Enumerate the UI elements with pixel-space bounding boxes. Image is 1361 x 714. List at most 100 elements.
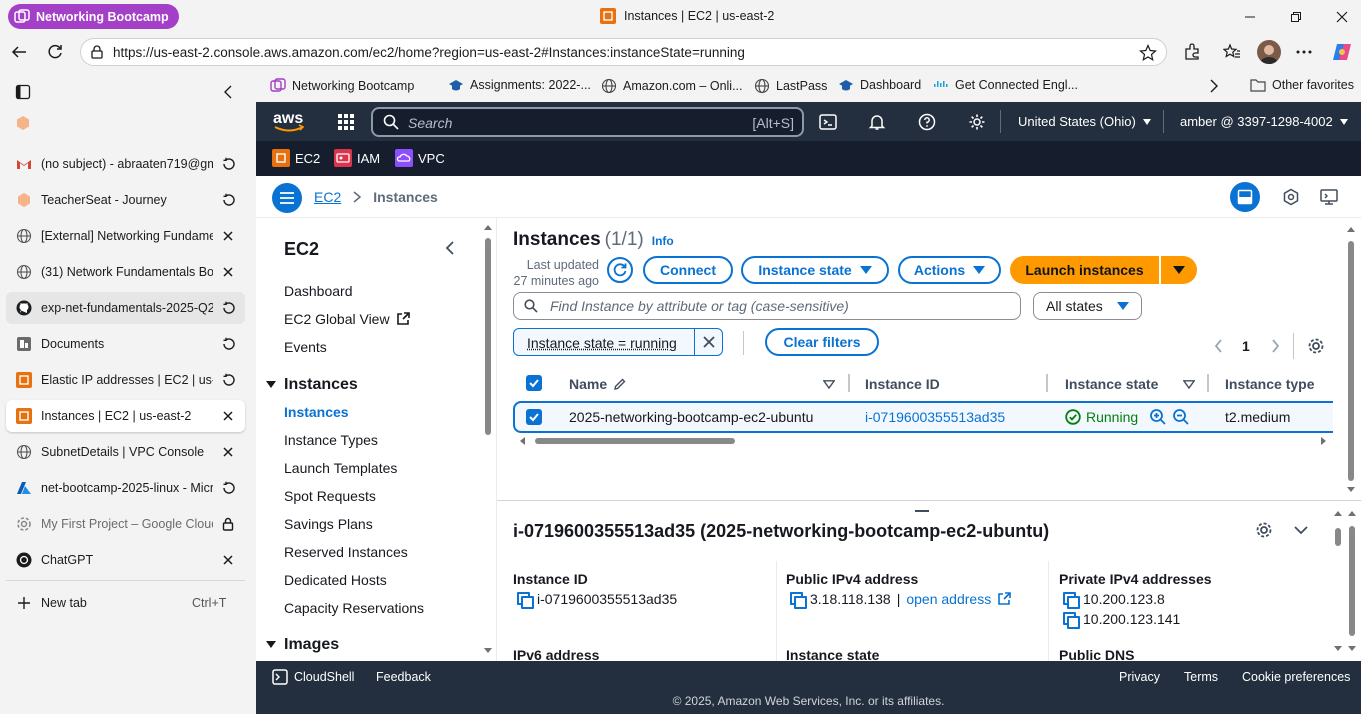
col-header-instance-state[interactable]: Instance state — [1065, 376, 1158, 392]
site-info-icon[interactable] — [90, 45, 104, 59]
restore-button[interactable] — [1284, 6, 1308, 28]
service-iam[interactable]: IAM — [334, 149, 380, 167]
col-header-instance-type[interactable]: Instance type — [1225, 376, 1314, 392]
bell-icon[interactable] — [867, 112, 887, 132]
launch-instances-button[interactable]: Launch instances — [1010, 256, 1159, 284]
copy-icon[interactable] — [790, 592, 807, 609]
tab-item[interactable]: Documents — [6, 328, 245, 360]
refresh-icon[interactable] — [44, 42, 66, 62]
resize-handle-icon[interactable] — [915, 510, 929, 512]
page-number[interactable]: 1 — [1242, 338, 1250, 354]
states-select[interactable]: All states — [1033, 292, 1142, 320]
nav-spot-requests[interactable]: Spot Requests — [284, 488, 376, 504]
tab-item[interactable]: exp-net-fundamentals-2025-Q2/ — [6, 292, 245, 324]
tab-item[interactable]: TeacherSeat - Journey — [6, 184, 245, 216]
instance-filter-input[interactable]: Find Instance by attribute or tag (case-… — [513, 292, 1021, 320]
aws-logo[interactable]: aws — [272, 108, 306, 134]
cookie-preferences-link[interactable]: Cookie preferences — [1242, 670, 1350, 684]
lock-icon[interactable] — [220, 516, 236, 532]
cloudshell-button[interactable]: CloudShell — [272, 669, 354, 685]
collapse-tabs-icon[interactable] — [218, 82, 238, 102]
close-tab-icon[interactable] — [220, 408, 236, 424]
gear-icon[interactable] — [967, 112, 987, 132]
service-vpc[interactable]: VPC — [395, 149, 445, 167]
select-all-checkbox[interactable] — [526, 375, 542, 391]
profile-button[interactable]: Networking Bootcamp — [8, 4, 179, 29]
restore-tab-icon[interactable] — [220, 300, 236, 316]
favorite-item[interactable]: LastPass — [754, 78, 827, 94]
account-menu[interactable]: amber @ 3397-1298-4002 — [1180, 114, 1349, 129]
region-selector[interactable]: United States (Ohio) — [1018, 114, 1152, 129]
nav-launch-templates[interactable]: Launch Templates — [284, 460, 397, 476]
terms-link[interactable]: Terms — [1184, 670, 1218, 684]
tab-item[interactable]: SubnetDetails | VPC Console — [6, 436, 245, 468]
main-scrollbar[interactable] — [1346, 224, 1356, 499]
tab-item[interactable]: (31) Network Fundamentals Boot — [6, 256, 245, 288]
external-link-icon[interactable] — [997, 592, 1012, 606]
copy-icon[interactable] — [517, 592, 534, 609]
col-header-instance-id[interactable]: Instance ID — [865, 376, 940, 392]
tab-item[interactable]: net-bootcamp-2025-linux - Micro — [6, 472, 245, 504]
nav-reserved-instances[interactable]: Reserved Instances — [284, 544, 408, 560]
zoom-in-icon[interactable] — [1149, 408, 1167, 426]
close-window-button[interactable] — [1330, 6, 1354, 28]
connect-button[interactable]: Connect — [643, 256, 733, 284]
details-scrollbar[interactable] — [1333, 508, 1343, 658]
collapse-nav-icon[interactable] — [442, 239, 458, 257]
tab-item[interactable]: Elastic IP addresses | EC2 | us-eas — [6, 364, 245, 396]
row-checkbox[interactable] — [526, 409, 542, 425]
restore-tab-icon[interactable] — [220, 156, 236, 172]
zoom-out-icon[interactable] — [1172, 408, 1190, 426]
nav-instance-types[interactable]: Instance Types — [284, 432, 378, 448]
col-header-name[interactable]: Name — [569, 376, 627, 392]
tab-item[interactable]: (no subject) - abraaten719@gma — [6, 148, 245, 180]
tab-panel-icon[interactable] — [13, 82, 33, 102]
actions-button[interactable]: Actions — [898, 256, 1001, 284]
next-page-icon[interactable] — [1268, 338, 1282, 354]
new-tab-button[interactable]: New tab Ctrl+T — [6, 587, 245, 619]
nav-events[interactable]: Events — [284, 339, 327, 355]
notifications-hexagon-icon[interactable] — [1281, 187, 1301, 207]
outer-scrollbar[interactable] — [1347, 508, 1357, 658]
chevron-down-icon[interactable] — [1291, 520, 1311, 540]
nav-dedicated-hosts[interactable]: Dedicated Hosts — [284, 572, 387, 588]
nav-scrollbar[interactable] — [483, 222, 493, 659]
feedback-link[interactable]: Feedback — [376, 670, 431, 684]
back-icon[interactable] — [8, 42, 30, 62]
table-horizontal-scrollbar[interactable] — [519, 436, 1327, 446]
restore-tab-icon[interactable] — [220, 336, 236, 352]
address-bar[interactable]: https://us-east-2.console.aws.amazon.com… — [80, 38, 1167, 66]
copilot-icon[interactable] — [1330, 40, 1354, 64]
cell-instance-id-link[interactable]: i-0719600355513ad35 — [865, 409, 1005, 425]
preferences-gear-icon[interactable] — [1307, 337, 1325, 355]
more-icon[interactable] — [1294, 42, 1314, 62]
console-help-icon[interactable] — [1319, 187, 1339, 207]
tab-item[interactable]: [External] Networking Fundamen — [6, 220, 245, 252]
menu-toggle-icon[interactable] — [272, 183, 302, 213]
nav-instances[interactable]: Instances — [284, 404, 349, 420]
nav-capacity-reservations[interactable]: Capacity Reservations — [284, 600, 424, 616]
nav-ec2-global-view[interactable]: EC2 Global View — [284, 311, 410, 327]
other-favorites[interactable]: Other favorites — [1250, 78, 1354, 92]
favorites-icon[interactable] — [1222, 42, 1242, 62]
prev-page-icon[interactable] — [1211, 338, 1225, 354]
remove-filter-icon[interactable] — [694, 329, 723, 355]
instance-state-button[interactable]: Instance state — [741, 256, 889, 284]
avatar[interactable] — [1257, 40, 1281, 64]
favorite-star-icon[interactable] — [1139, 44, 1157, 62]
favorite-item[interactable]: Assignments: 2022-... — [448, 78, 591, 92]
favorite-item[interactable]: Amazon.com – Onli... — [601, 78, 743, 94]
nav-section-instances[interactable]: Instances — [266, 376, 358, 394]
cloudshell-icon[interactable] — [818, 112, 838, 132]
favorite-item[interactable]: Dashboard — [838, 78, 921, 92]
tab-item[interactable]: Instances | EC2 | us-east-2 — [6, 400, 245, 432]
close-tab-icon[interactable] — [220, 228, 236, 244]
split-panel-icon[interactable] — [1230, 182, 1260, 212]
nav-savings-plans[interactable]: Savings Plans — [284, 516, 373, 532]
copy-icon[interactable] — [1063, 592, 1080, 609]
restore-tab-icon[interactable] — [220, 480, 236, 496]
help-icon[interactable] — [917, 112, 937, 132]
breadcrumb-ec2-link[interactable]: EC2 — [314, 189, 341, 205]
launch-dropdown-button[interactable] — [1161, 256, 1197, 284]
chevron-right-icon[interactable] — [1206, 78, 1222, 94]
